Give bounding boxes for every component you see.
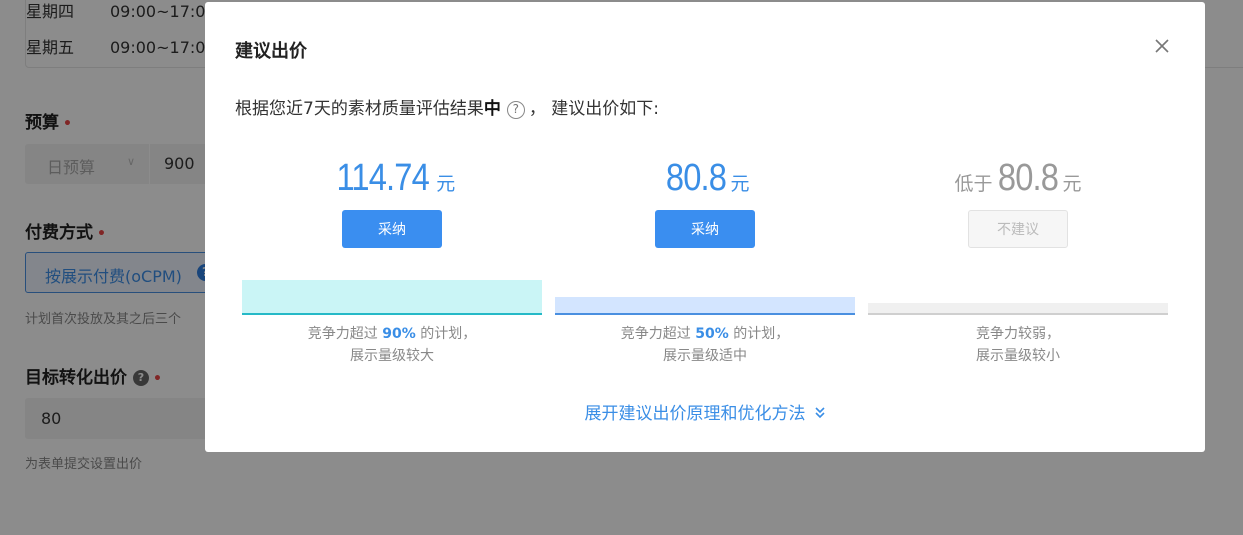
bid-option-mid: 80.8 元 采纳: [555, 152, 855, 248]
modal-title: 建议出价: [235, 41, 307, 62]
price-value: 114.74: [336, 157, 429, 199]
not-recommended-button: 不建议: [968, 210, 1068, 248]
price-unit: 元: [1062, 173, 1082, 195]
price-value: 80.8: [665, 157, 726, 199]
price-prefix: 低于: [954, 173, 993, 195]
price-value: 80.8: [997, 157, 1058, 199]
suggested-bid-modal: 建议出价 根据您近7天的素材质量评估结果中?， 建议出价如下: 114.74 元 …: [205, 2, 1205, 452]
quality-level: 中: [483, 99, 501, 119]
option-description: 竞争力超过 50% 的计划， 展示量级适中: [620, 326, 790, 364]
adopt-button[interactable]: 采纳: [655, 210, 755, 248]
option-description: 竞争力超过 90% 的计划， 展示量级较大: [307, 326, 477, 364]
double-chevron-down-icon: [814, 405, 826, 419]
expand-explanation-link[interactable]: 展开建议出价原理和优化方法: [205, 399, 1205, 424]
close-icon[interactable]: [1151, 35, 1173, 57]
option-description: 竞争力较弱， 展示量级较小: [976, 326, 1060, 364]
question-icon[interactable]: ?: [506, 101, 525, 119]
bid-option-low: 低于 80.8 元 不建议: [868, 152, 1168, 248]
price-unit: 元: [436, 173, 456, 195]
intro-text: 根据您近7天的素材质量评估结果中?， 建议出价如下:: [235, 99, 659, 119]
bar-low: [868, 278, 1168, 315]
bar-high: [242, 278, 542, 315]
bid-option-high: 114.74 元 采纳: [242, 152, 542, 248]
adopt-button[interactable]: 采纳: [342, 210, 442, 248]
price-unit: 元: [730, 173, 750, 195]
bar-mid: [555, 278, 855, 315]
